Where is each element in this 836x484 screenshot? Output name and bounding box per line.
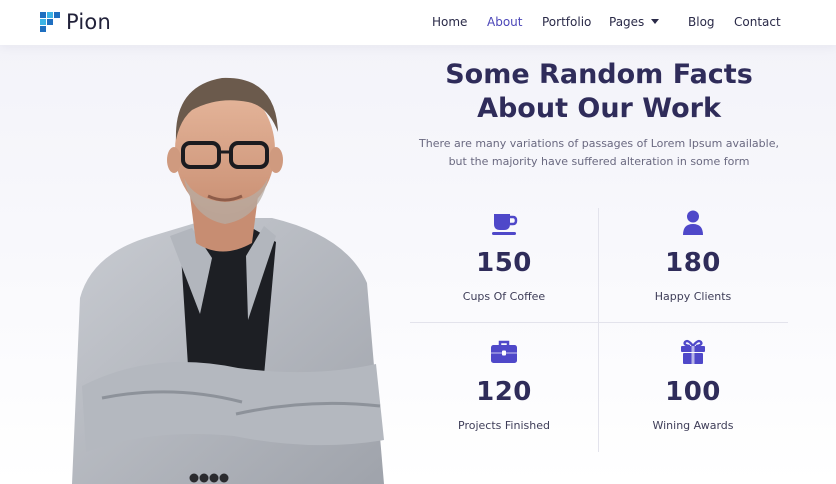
stat-projects-value: 120 — [476, 377, 532, 407]
coffee-cup-icon — [492, 214, 518, 235]
stat-projects-label: Projects Finished — [458, 419, 550, 432]
section-title: Some Random Facts About Our Work — [410, 58, 788, 126]
section-title-line-1: Some Random Facts — [445, 59, 753, 90]
gift-icon — [681, 339, 705, 364]
stat-clients: 180 Happy Clients — [599, 209, 787, 304]
stat-coffee: 150 Cups Of Coffee — [410, 209, 598, 304]
brand-name: Pion — [66, 10, 111, 34]
nav-blog[interactable]: Blog — [688, 14, 715, 30]
stat-awards: 100 Wining Awards — [599, 338, 787, 433]
nav-pages-label: Pages — [609, 15, 645, 29]
stat-awards-label: Wining Awards — [652, 419, 734, 432]
stat-clients-value: 180 — [665, 248, 721, 278]
nav-about[interactable]: About — [487, 14, 522, 30]
briefcase-icon — [491, 340, 517, 363]
navbar: Pion Home About Portfolio Pages Blog Con… — [0, 0, 836, 45]
stat-projects: 120 Projects Finished — [410, 338, 598, 433]
caret-down-icon — [651, 19, 660, 24]
section-description-line-1: There are many variations of passages of… — [419, 137, 779, 150]
stat-clients-label: Happy Clients — [654, 290, 732, 303]
nav-pages[interactable]: Pages — [609, 14, 660, 30]
nav-contact[interactable]: Contact — [734, 14, 781, 30]
stat-awards-value: 100 — [665, 377, 721, 407]
logo-icon — [40, 12, 60, 32]
stat-coffee-value: 150 — [476, 248, 532, 278]
nav-portfolio[interactable]: Portfolio — [542, 14, 591, 30]
brand-logo[interactable]: Pion — [40, 10, 111, 34]
stats-divider-horizontal — [410, 322, 788, 323]
section-title-line-2: About Our Work — [477, 93, 721, 124]
team-member-photo — [62, 68, 392, 484]
section-description-line-2: but the majority have suffered alteratio… — [448, 154, 750, 168]
section-description: There are many variations of passages of… — [410, 135, 788, 170]
user-icon — [683, 210, 703, 235]
nav-home[interactable]: Home — [432, 14, 467, 30]
stat-coffee-label: Cups Of Coffee — [462, 290, 546, 303]
